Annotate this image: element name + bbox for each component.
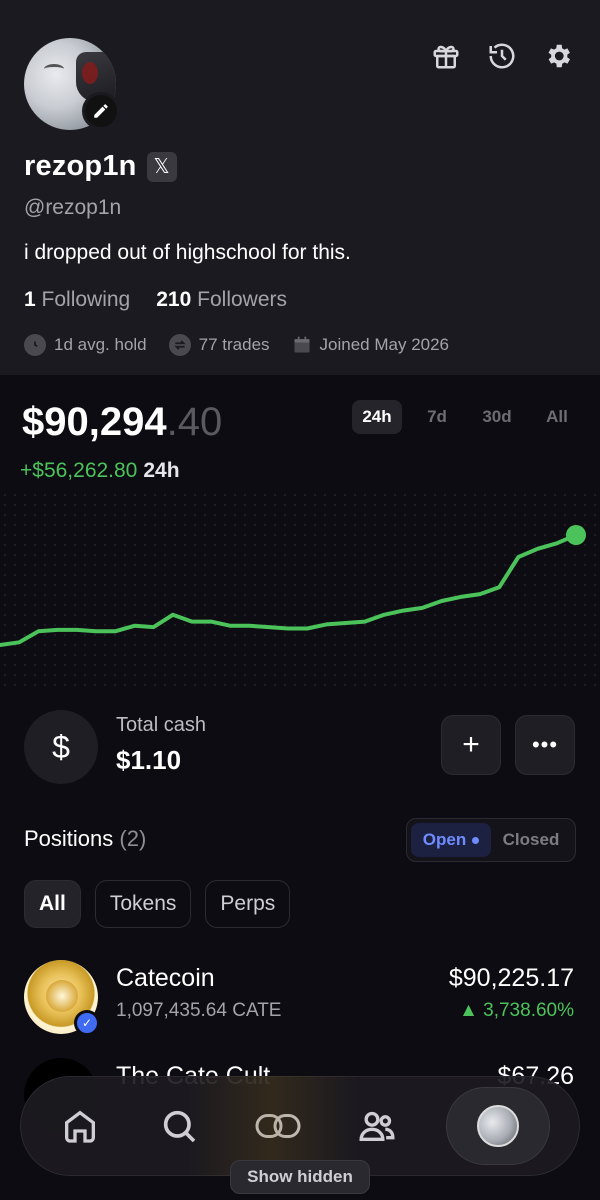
token-change: ▲ 3,738.60% <box>459 1000 574 1021</box>
add-cash-button[interactable]: + <box>441 715 501 775</box>
token-value: $90,225.17 <box>448 964 574 992</box>
trades-text: 77 trades <box>198 335 270 354</box>
cash-label: Total cash <box>116 714 207 736</box>
profile-meta: 1d avg. hold 77 trades Joined May 2026 <box>24 334 449 356</box>
settings-button[interactable] <box>542 40 574 72</box>
token-amount: 1,097,435.64 CATE <box>116 1000 282 1021</box>
profile-header: rezop1n 𝕏 @rezop1n i dropped out of high… <box>0 0 600 375</box>
filter-tokens[interactable]: Tokens <box>94 880 192 928</box>
search-icon <box>164 1110 196 1143</box>
nav-home[interactable] <box>50 1096 110 1156</box>
range-tab-all[interactable]: All <box>532 400 582 434</box>
portfolio-change: +$56,262.80 24h <box>20 459 180 483</box>
positions-title: Positions (2) <box>24 826 146 852</box>
cash-value: $1.10 <box>116 745 182 775</box>
avg-hold: 1d avg. hold <box>24 334 147 356</box>
portfolio-chart[interactable] <box>0 490 600 690</box>
home-icon <box>65 1110 96 1143</box>
following-link[interactable]: 1 Following <box>24 288 130 312</box>
chart-end-point <box>566 525 586 545</box>
verified-check-icon: ✓ <box>74 1010 100 1036</box>
token-name: Catecoin <box>116 964 215 992</box>
more-options-button[interactable]: ••• <box>515 715 575 775</box>
nav-profile[interactable] <box>445 1087 550 1165</box>
positions-title-text: Positions <box>24 826 114 851</box>
bio: i dropped out of highschool for this. <box>24 241 351 264</box>
show-hidden-button[interactable]: Show hidden <box>230 1160 370 1194</box>
position-filters: All Tokens Perps <box>24 880 291 928</box>
history-button[interactable] <box>486 40 518 72</box>
tab-closed[interactable]: Closed <box>491 830 571 850</box>
following-label: Following <box>41 288 131 311</box>
chart-line <box>0 533 578 647</box>
edit-avatar-button[interactable] <box>82 92 120 130</box>
history-icon <box>489 43 515 69</box>
portfolio-balance: $90,294.40 <box>22 400 222 445</box>
tab-open[interactable]: Open <box>411 823 491 857</box>
nav-trade[interactable] <box>248 1096 308 1156</box>
more-icon: ••• <box>531 732 559 757</box>
plus-icon: + <box>462 728 480 761</box>
open-closed-toggle: Open Closed <box>406 818 576 862</box>
followers-count: 210 <box>156 288 192 311</box>
balance-main: $90,294 <box>22 400 167 444</box>
pencil-icon <box>94 104 108 118</box>
range-tab-24h[interactable]: 24h <box>352 400 402 434</box>
joined-text: Joined May 2026 <box>319 335 450 354</box>
avatar-mark <box>44 64 64 74</box>
gift-button[interactable] <box>430 40 462 72</box>
nav-avatar <box>476 1105 519 1147</box>
range-tabs: 24h 7d 30d All <box>352 400 582 434</box>
range-tab-7d[interactable]: 7d <box>412 400 462 434</box>
gift-icon <box>433 45 459 69</box>
follow-stats: 1 Following 210 Followers <box>24 288 287 312</box>
balance-cents: .40 <box>166 400 223 444</box>
nav-social[interactable] <box>347 1096 407 1156</box>
nav-search[interactable] <box>149 1096 209 1156</box>
header-actions <box>430 40 574 72</box>
range-tab-30d[interactable]: 30d <box>472 400 522 434</box>
swap-icon <box>168 334 191 356</box>
joined-date: Joined May 2026 <box>292 335 449 355</box>
cash-dollar-icon: $ <box>24 710 98 784</box>
following-count: 1 <box>24 288 36 311</box>
username: rezop1n <box>24 150 137 182</box>
change-value: +$56,262.80 <box>20 459 138 482</box>
change-period: 24h <box>143 459 180 482</box>
users-icon <box>359 1111 395 1141</box>
positions-count: (2) <box>119 826 147 851</box>
followers-link[interactable]: 210 Followers <box>156 288 287 312</box>
clock-icon <box>24 334 46 356</box>
open-label: Open <box>422 830 467 849</box>
gear-icon <box>548 44 570 68</box>
open-dot-icon <box>472 836 480 844</box>
username-row: rezop1n 𝕏 <box>24 150 177 183</box>
avg-hold-text: 1d avg. hold <box>54 335 147 354</box>
position-row[interactable]: ✓ Catecoin 1,097,435.64 CATE $90,225.17 … <box>0 960 600 1040</box>
trade-pills-icon <box>255 1114 301 1138</box>
calendar-icon <box>294 336 310 353</box>
chart-svg <box>0 525 586 647</box>
trades-count: 77 trades <box>168 334 270 356</box>
handle: @rezop1n <box>24 196 122 219</box>
filter-all[interactable]: All <box>24 880 81 928</box>
followers-label: Followers <box>197 288 287 311</box>
x-link-icon[interactable]: 𝕏 <box>146 151 177 182</box>
filter-perps[interactable]: Perps <box>205 880 291 928</box>
